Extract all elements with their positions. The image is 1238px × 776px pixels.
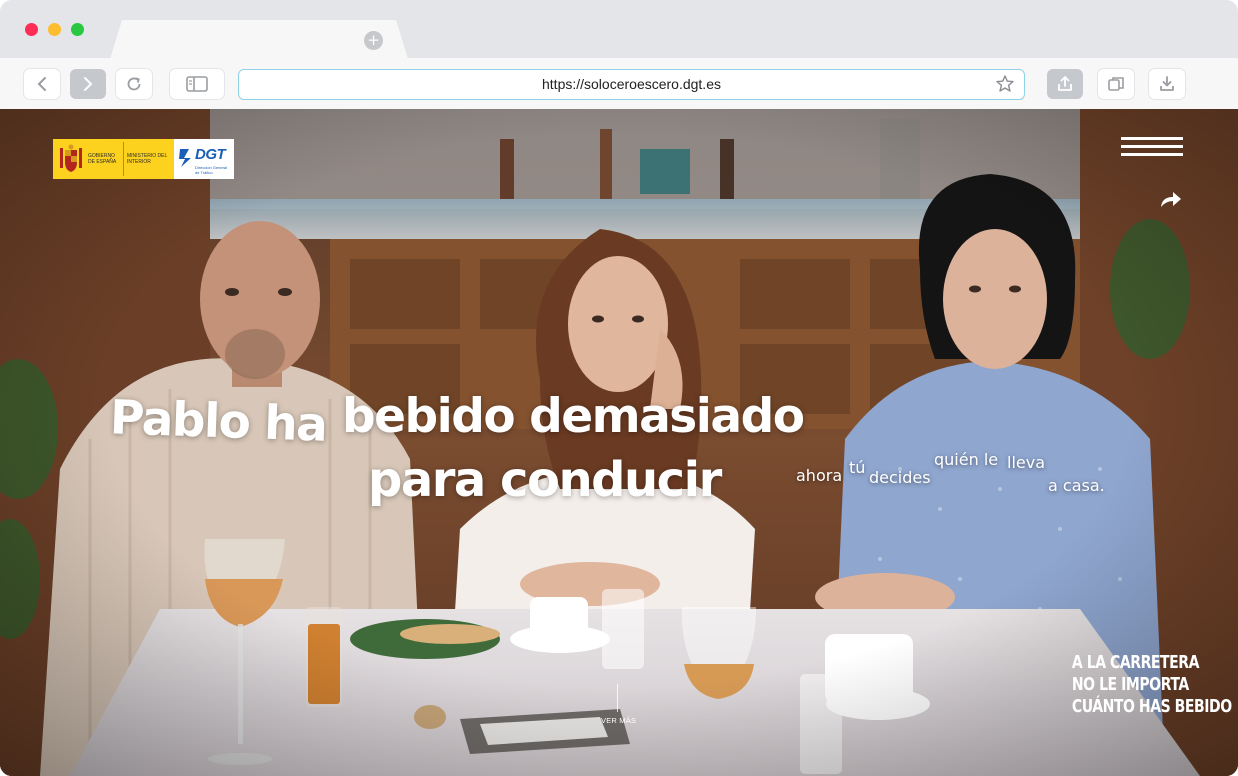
forward-button[interactable] [70, 69, 106, 99]
tagline-word: quién le [934, 450, 999, 469]
tabs-icon [1108, 77, 1124, 91]
tagline-word: ahora [796, 466, 843, 485]
headline-part-2: bebido demasiado [342, 389, 805, 444]
hamburger-menu-button[interactable] [1121, 137, 1183, 157]
share-arrow-icon[interactable] [1159, 189, 1183, 209]
maximize-window-button[interactable] [71, 23, 84, 36]
reload-button[interactable] [116, 69, 152, 99]
scroll-indicator-line [617, 684, 618, 712]
downloads-button[interactable] [1149, 69, 1185, 99]
title-bar: + [0, 0, 1238, 59]
government-logo[interactable]: Gobierno de España Ministerio del Interi… [53, 139, 234, 179]
tagline-word: tú [849, 458, 866, 477]
address-bar[interactable]: https://soloceroescero.dgt.es [238, 69, 1025, 100]
browser-window: + https://soloceroescero.dgt.es GOBIERNO… [0, 0, 1238, 776]
url-text[interactable]: https://soloceroescero.dgt.es [239, 76, 1024, 92]
tagline-word: a casa. [1048, 476, 1105, 495]
dgt-subtitle: Dirección General de Tráfico [195, 165, 228, 175]
dgt-mark-icon [179, 149, 191, 167]
back-button[interactable] [24, 69, 60, 99]
minimize-window-button[interactable] [48, 23, 61, 36]
gobierno-logo-block: Gobierno de España Ministerio del Interi… [53, 139, 174, 179]
coat-of-arms-icon [60, 144, 82, 172]
hamburger-icon-line [1121, 145, 1183, 148]
gobierno-text: Gobierno de España [88, 153, 117, 165]
tabs-overview-button[interactable] [1098, 69, 1134, 99]
back-icon [37, 77, 46, 91]
dgt-wordmark: DGT [195, 146, 226, 163]
star-icon[interactable] [995, 74, 1015, 94]
ver-mas-link[interactable]: VER MÁS [601, 716, 636, 725]
reload-icon [127, 77, 141, 91]
close-window-button[interactable] [25, 23, 38, 36]
forward-icon [84, 77, 93, 91]
campaign-slogan: A LA CARRETERA NO LE IMPORTA CUÁNTO HAS … [1071, 652, 1232, 718]
new-tab-button[interactable]: + [364, 31, 383, 50]
logo-divider [123, 142, 124, 176]
share-icon [1058, 76, 1072, 91]
slogan-line: NO LE IMPORTA [1071, 674, 1189, 695]
headline-part-1: Pablo ha [109, 390, 328, 453]
sidebar-button[interactable] [170, 69, 224, 99]
share-page-button[interactable] [1047, 69, 1083, 99]
tagline-word: decides [869, 468, 931, 487]
download-icon [1160, 76, 1174, 91]
page-viewport: Gobierno de España Ministerio del Interi… [0, 109, 1238, 776]
hamburger-icon [1121, 137, 1183, 140]
tagline-word: lleva [1007, 453, 1046, 472]
dgt-logo-block: DGT Dirección General de Tráfico [174, 139, 234, 179]
headline-part-3: para conducir [368, 452, 722, 508]
slogan-line: A LA CARRETERA [1071, 652, 1200, 673]
hamburger-icon-line [1121, 153, 1183, 156]
ministry-text: Ministerio del Interior [127, 153, 168, 165]
sidebar-icon [186, 76, 208, 92]
slogan-line: CUÁNTO HAS BEBIDO [1071, 696, 1232, 717]
